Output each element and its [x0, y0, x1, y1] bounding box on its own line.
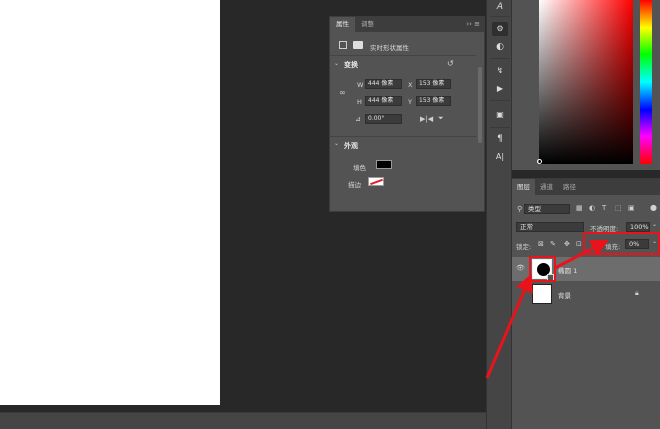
angle-field[interactable]: 0.00°	[365, 114, 402, 124]
filter-shape-icon[interactable]: ⬚	[615, 204, 622, 212]
filter-adjustment-icon[interactable]: ◐	[589, 204, 595, 212]
reset-icon[interactable]: ↺	[447, 59, 454, 68]
layers-panel: 图层 通道 路径 ⚲ 类型 ▦ ◐ T ⬚ ▣ ● 正常 不透明度: 100% …	[512, 178, 660, 429]
y-field[interactable]: 153 像素	[416, 96, 451, 106]
color-marker[interactable]	[537, 159, 542, 164]
angle-icon: ⊿	[355, 115, 361, 123]
lock-position-icon[interactable]: ✥	[564, 240, 570, 248]
flip-vertical-icon[interactable]: ⏷	[438, 114, 444, 123]
lock-label: 锁定:	[516, 243, 532, 251]
document-canvas[interactable]	[0, 0, 220, 405]
character-style-icon[interactable]: A|	[492, 150, 508, 164]
panel-menu-icon[interactable]: ›› ≡	[466, 17, 480, 32]
tab-properties[interactable]: 属性	[330, 17, 355, 32]
opacity-field[interactable]: 100%	[626, 222, 650, 232]
lock-image-icon[interactable]: ✎	[550, 240, 556, 248]
transform-heading[interactable]: 变换	[344, 60, 358, 70]
y-label: Y	[408, 98, 412, 106]
stroke-label: 描边	[348, 181, 361, 189]
filter-toggle-icon[interactable]: ●	[650, 203, 657, 212]
divider	[490, 127, 510, 128]
flip-horizontal-icon[interactable]: ▶|◀	[420, 115, 433, 123]
x-label: X	[408, 81, 413, 89]
properties-tabs: 属性 调整 ›› ≡	[330, 17, 484, 32]
filter-type-icon[interactable]: T	[602, 204, 606, 212]
filter-pixel-icon[interactable]: ▦	[576, 204, 583, 212]
status-bar	[0, 412, 486, 429]
divider	[330, 136, 476, 137]
filter-smart-object-icon[interactable]: ▣	[628, 204, 635, 212]
divider	[490, 58, 510, 59]
hue-slider[interactable]	[640, 0, 652, 164]
tab-channels[interactable]: 通道	[535, 179, 558, 195]
no-stroke-icon	[370, 178, 383, 186]
tab-layers[interactable]: 图层	[512, 179, 535, 195]
shape-type-icon	[339, 41, 347, 49]
lock-transparency-icon[interactable]: ⊠	[538, 240, 544, 248]
history-icon[interactable]: ↯	[492, 64, 508, 78]
h-label: H	[357, 98, 362, 106]
layer-name[interactable]: 背景	[558, 290, 571, 300]
appearance-heading[interactable]: 外观	[344, 141, 358, 151]
height-field[interactable]: 444 像素	[365, 96, 402, 106]
fill-swatch[interactable]	[376, 160, 392, 169]
properties-subtitle: 实时形状属性	[370, 44, 409, 52]
divider	[490, 16, 510, 17]
panel-dock-column: A ⚙ ◐ ↯ ▶ ▣ ¶ A|	[486, 0, 512, 429]
width-field[interactable]: 444 像素	[365, 79, 402, 89]
libraries-icon[interactable]: ▣	[492, 108, 508, 122]
scrollbar[interactable]	[478, 67, 482, 143]
layer-filter-select[interactable]: 类型	[524, 204, 570, 214]
blend-mode-select[interactable]: 正常	[516, 222, 584, 232]
color-picker-panel	[512, 0, 660, 170]
layer-name[interactable]: 椭圆 1	[558, 265, 577, 275]
properties-icon[interactable]: ⚙	[492, 22, 508, 36]
properties-panel: 属性 调整 ›› ≡ 实时形状属性 变换 ⌄ ↺ ∞ W 444 像素 X 15…	[329, 16, 485, 212]
character-icon[interactable]: A	[492, 0, 508, 14]
x-field[interactable]: 153 像素	[416, 79, 451, 89]
paragraph-icon[interactable]: ¶	[492, 132, 508, 146]
link-icon[interactable]: ∞	[339, 88, 346, 97]
mask-icon	[353, 41, 363, 49]
tab-adjustments[interactable]: 调整	[355, 17, 380, 32]
chevron-down-icon[interactable]: ⌄	[652, 221, 657, 228]
lock-artboard-icon[interactable]: ⊡	[576, 240, 582, 248]
saturation-brightness-field[interactable]	[539, 0, 633, 164]
search-icon: ⚲	[517, 205, 523, 213]
divider	[490, 100, 510, 101]
w-label: W	[357, 81, 364, 89]
stroke-swatch[interactable]	[368, 177, 384, 186]
chevron-down-icon[interactable]: ⌄	[334, 140, 339, 147]
fill-label: 填色	[353, 164, 366, 172]
adjustments-icon[interactable]: ◐	[492, 40, 508, 54]
visibility-eye-icon[interactable]: 👁︎	[516, 264, 525, 272]
lock-icon: 🔒︎	[635, 289, 639, 297]
actions-play-icon[interactable]: ▶	[492, 82, 508, 96]
fill-highlight-box	[583, 232, 660, 255]
chevron-down-icon[interactable]: ⌄	[334, 60, 339, 67]
divider	[330, 55, 476, 56]
layer-thumbnail	[532, 284, 552, 304]
tab-paths[interactable]: 路径	[558, 179, 581, 195]
thumbnail-highlight-box	[529, 256, 556, 282]
layers-tabs: 图层 通道 路径	[512, 179, 660, 195]
layer-row-background[interactable]: 背景 🔒︎	[512, 282, 660, 306]
